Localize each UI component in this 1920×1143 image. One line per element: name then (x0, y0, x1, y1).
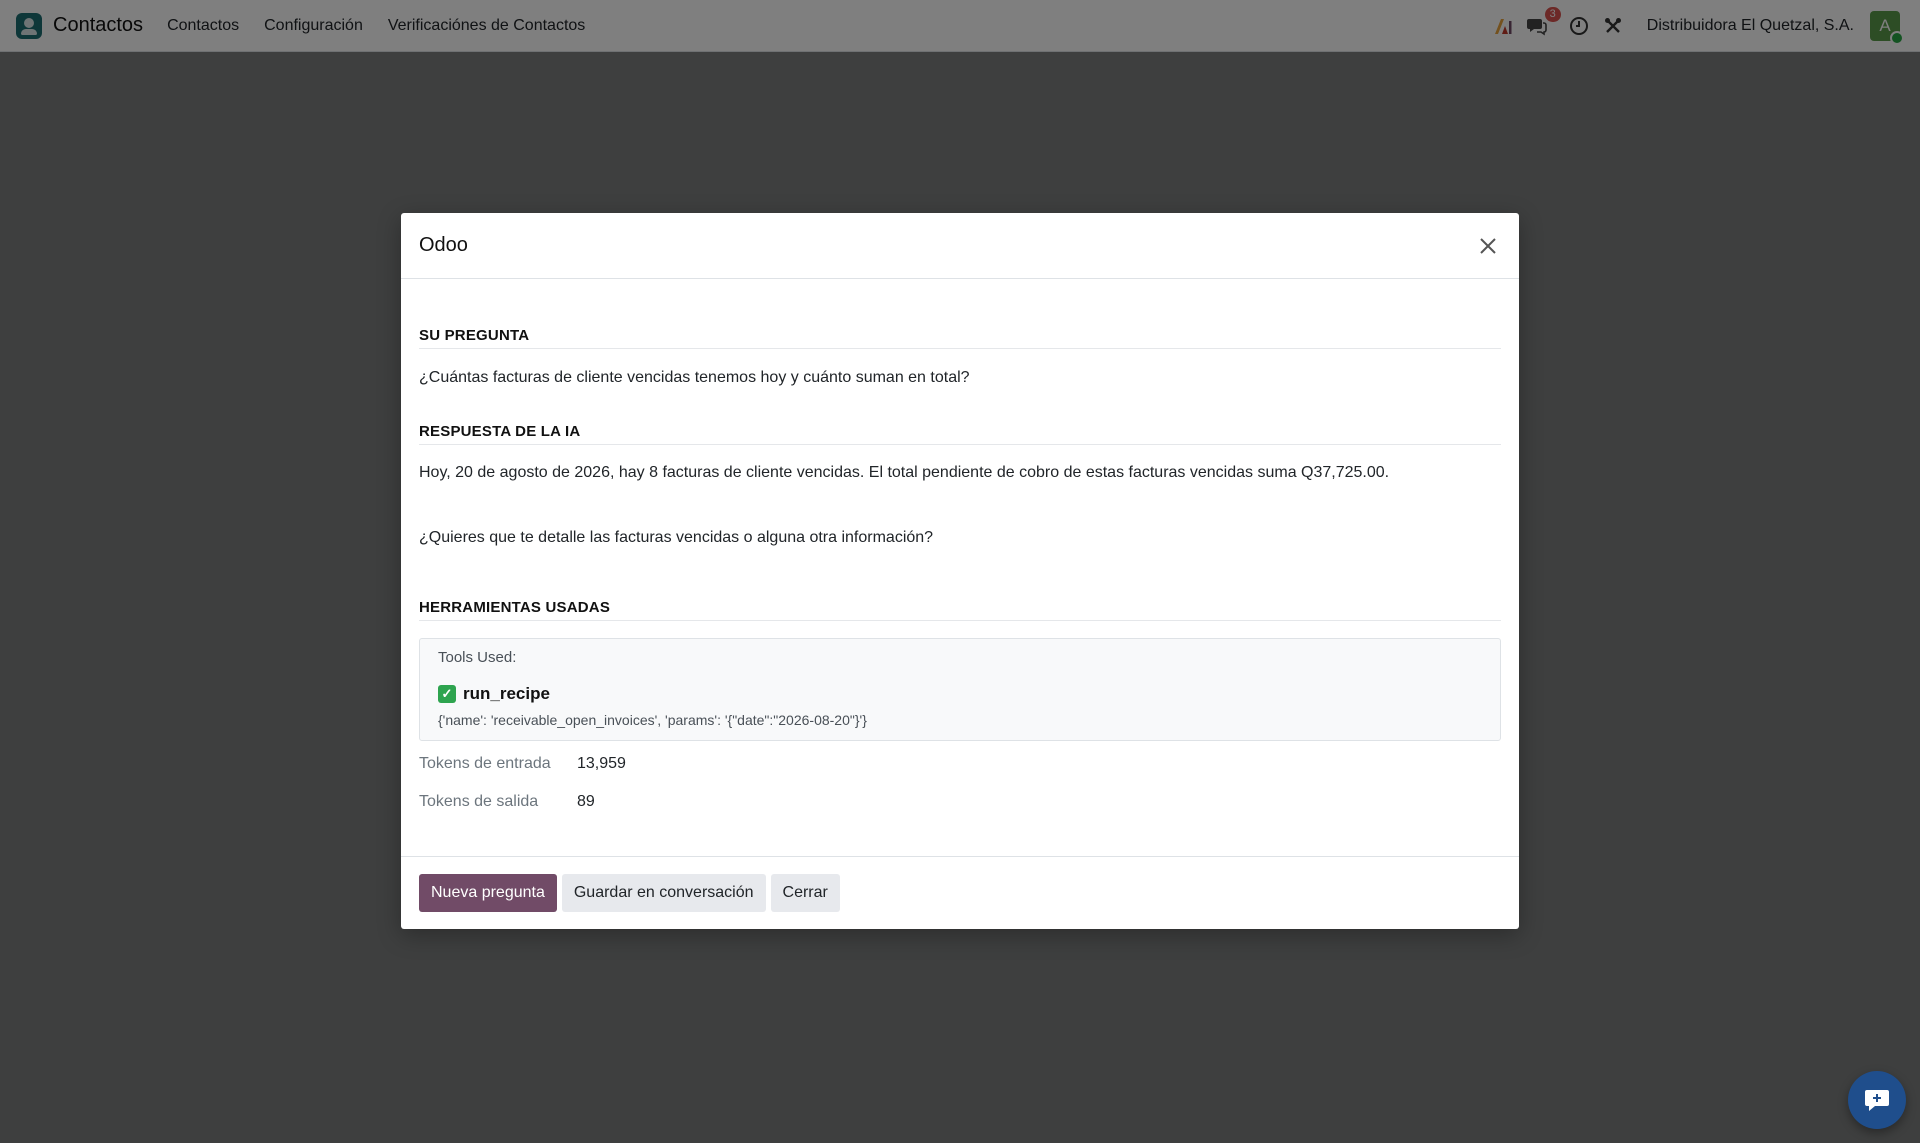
tokens-out-row: Tokens de salida 89 (419, 793, 1501, 811)
dialog-body: SU PREGUNTA ¿Cuántas facturas de cliente… (401, 327, 1519, 811)
tokens-out-value: 89 (577, 793, 595, 810)
tool-entry: ✓ run_recipe (438, 684, 1482, 704)
chat-launcher-button[interactable] (1848, 1071, 1906, 1129)
dialog-title: Odoo (419, 234, 468, 256)
save-conversation-button[interactable]: Guardar en conversación (561, 874, 766, 912)
tools-caption: Tools Used: (438, 649, 517, 666)
tool-params: {'name': 'receivable_open_invoices', 'pa… (438, 712, 867, 728)
tools-used-panel: Tools Used: ✓ run_recipe {'name': 'recei… (419, 638, 1501, 741)
check-icon: ✓ (438, 685, 456, 703)
tokens-out-label: Tokens de salida (419, 793, 539, 810)
tool-name: run_recipe (463, 684, 550, 703)
new-question-button[interactable]: Nueva pregunta (419, 874, 557, 912)
answer-paragraph: Hoy, 20 de agosto de 2026, hay 8 factura… (419, 464, 1390, 481)
tokens-in-label: Tokens de entrada (419, 755, 551, 772)
tokens-in-value: 13,959 (577, 755, 626, 772)
answer-followup: ¿Quieres que te detalle las facturas ven… (419, 529, 934, 546)
ai-answer-dialog: Odoo SU PREGUNTA ¿Cuántas facturas de cl… (401, 213, 1519, 929)
dialog-footer: Nueva pregunta Guardar en conversación C… (401, 856, 1519, 929)
question-heading: SU PREGUNTA (419, 327, 1501, 349)
tokens-in-row: Tokens de entrada 13,959 (419, 755, 1501, 773)
close-button[interactable]: Cerrar (770, 874, 840, 912)
close-icon[interactable] (1475, 233, 1501, 259)
chat-bubble-icon (1865, 1090, 1889, 1111)
question-text: ¿Cuántas facturas de cliente vencidas te… (419, 369, 970, 386)
answer-heading: RESPUESTA DE LA IA (419, 423, 1501, 445)
tools-heading: HERRAMIENTAS USADAS (419, 599, 1501, 621)
dialog-header: Odoo (401, 213, 1519, 279)
